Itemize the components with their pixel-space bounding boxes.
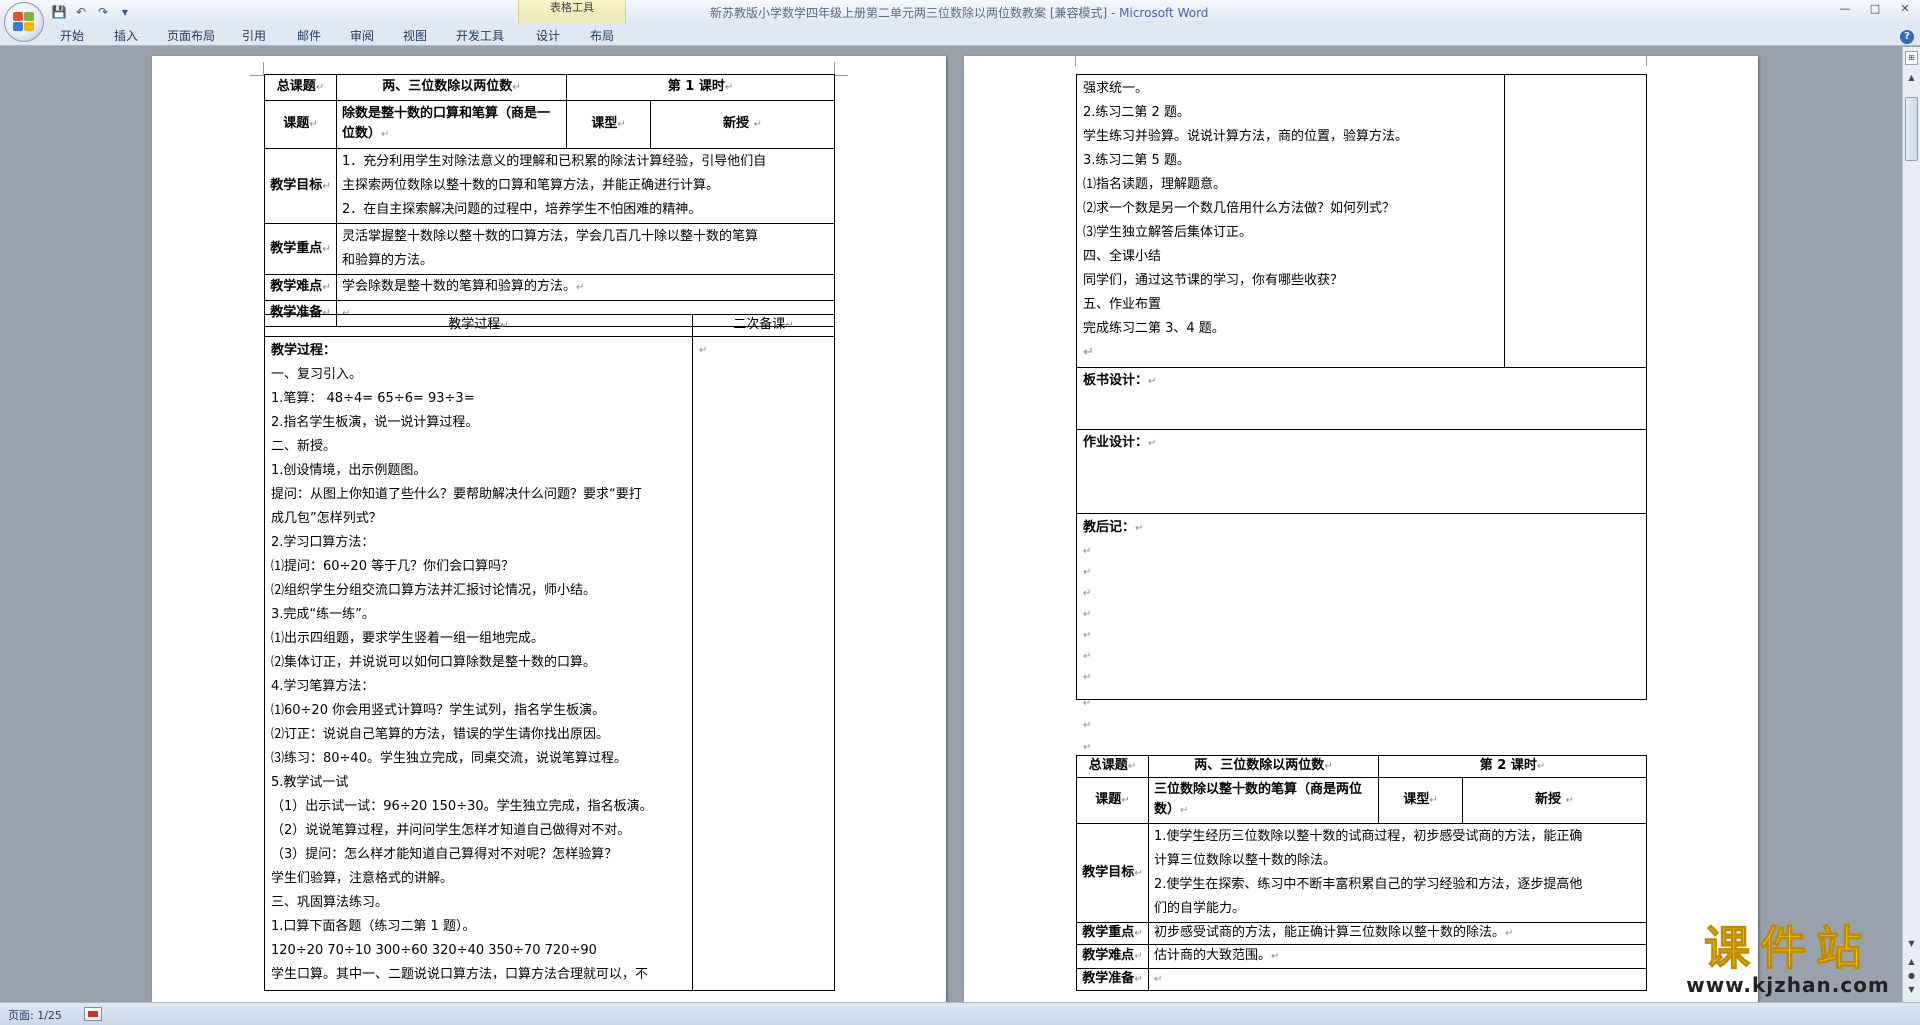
preparation-value: ↵ [1147, 968, 1648, 991]
help-icon[interactable]: ? [1900, 30, 1914, 44]
ribbon-tab-bar: 开始 插入 页面布局 引用 邮件 审阅 视图 开发工具 设计 布局 [0, 24, 1920, 46]
label-topic: 课题↵ [264, 100, 337, 149]
view-ruler-icon[interactable]: ⊞ [1905, 51, 1918, 65]
title-bar: 💾 ↶ ↷ ▾ 新苏教版小学数学四年级上册第二单元两三位数除以两位数教案 [兼容… [0, 0, 1920, 24]
difficulties-value: 学会除数是整十数的笔算和验算的方法。↵ [335, 274, 836, 301]
close-button[interactable]: ✕ [1890, 0, 1920, 18]
label-topic: 课题↵ [1076, 777, 1149, 824]
board-design-cell[interactable]: 板书设计：↵ [1076, 367, 1647, 430]
second-prep-body[interactable]: ↵ [692, 336, 835, 991]
topic-value: 除数是整十数的口算和笔算（商是一位数）↵ [335, 100, 568, 149]
page-1: 总课题↵ 两、三位数除以两位数↵ 第 1 课时↵ 课题↵ 除数是整十数的口算和笔… [152, 56, 946, 1005]
crop-mark [250, 62, 264, 76]
label-lesson-type: 课型↵ [1378, 777, 1464, 824]
empty-paragraph: ↵ [1083, 698, 1092, 709]
process-body: 教学过程： 一、复习引入。 1.笔算： 48÷4= 65÷6= 93÷3= 2.… [264, 336, 693, 991]
watermark-logo: 课件站 www.kjzhan.com [1668, 921, 1908, 1001]
lesson-1-header-table[interactable]: 总课题↵ 两、三位数除以两位数↵ 第 1 课时↵ 课题↵ 除数是整十数的口算和笔… [264, 74, 836, 327]
quick-access-toolbar: 💾 ↶ ↷ ▾ [50, 3, 134, 21]
word-window: 💾 ↶ ↷ ▾ 新苏教版小学数学四年级上册第二单元两三位数除以两位数教案 [兼容… [0, 0, 1920, 1025]
empty-paragraph: ↵ [1083, 742, 1092, 753]
minimize-button[interactable]: — [1830, 0, 1860, 18]
tab-view[interactable]: 视图 [403, 27, 427, 44]
window-controls: — □ ✕ [1830, 0, 1920, 18]
label-teaching-goals: 教学目标↵ [1076, 823, 1149, 923]
crop-mark [834, 62, 848, 76]
lesson-1-process-table[interactable]: 教学过程↵ 二次备课↵ 教学过程： 一、复习引入。 1.笔算： 48÷4= 65… [264, 314, 835, 991]
label-overall-topic: 总课题↵ [1076, 755, 1149, 778]
office-button[interactable] [4, 2, 44, 42]
tab-developer[interactable]: 开发工具 [456, 27, 504, 44]
save-icon[interactable]: 💾 [50, 4, 68, 20]
second-prep-header: 二次备课↵ [692, 314, 835, 337]
scroll-up-icon[interactable]: ▲ [1905, 71, 1918, 84]
period-value: 第 1 课时↵ [566, 74, 836, 101]
redo-icon[interactable]: ↷ [94, 4, 112, 20]
process-header: 教学过程↵ [264, 314, 693, 337]
label-overall-topic: 总课题↵ [264, 74, 337, 101]
tab-page-layout[interactable]: 页面布局 [167, 27, 215, 44]
process-body-continued: 强求统一。 2.练习二第 2 题。 学生练习并验算。说说计算方法，商的位置，验算… [1076, 74, 1505, 368]
crop-mark [1062, 56, 1076, 66]
context-group-label: 表格工具 [550, 1, 594, 14]
teaching-goals-value: 1．充分利用学生对除法意义的理解和已积累的除法计算经验，引导他们自 主探索两位数… [335, 148, 836, 224]
overall-topic-value: 两、三位数除以两位数↵ [1147, 755, 1380, 778]
page-indicator[interactable]: 页面: 1/25 [8, 1007, 62, 1023]
tab-mailings[interactable]: 邮件 [297, 27, 321, 44]
app-name: Microsoft Word [1119, 6, 1209, 20]
document-name: 新苏教版小学数学四年级上册第二单元两三位数除以两位数教案 [兼容模式] - [710, 6, 1120, 20]
label-teaching-goals: 教学目标↵ [264, 148, 337, 224]
proofing-icon[interactable] [84, 1007, 102, 1021]
label-key-points: 教学重点↵ [264, 223, 337, 275]
topic-value: 三位数除以整十数的笔算（商是两位数）↵ [1147, 777, 1380, 824]
teaching-goals-value: 1.使学生经历三位数除以整十数的试商过程，初步感受试商的方法，能正确 计算三位数… [1147, 823, 1648, 923]
maximize-button[interactable]: □ [1860, 0, 1890, 18]
tab-review[interactable]: 审阅 [350, 27, 374, 44]
document-title: 新苏教版小学数学四年级上册第二单元两三位数除以两位数教案 [兼容模式] - Mi… [710, 4, 1208, 21]
difficulties-value: 估计商的大致范围。↵ [1147, 944, 1648, 969]
crop-mark [1646, 56, 1660, 66]
key-points-value: 初步感受试商的方法，能正确计算三位数除以整十数的除法。↵ [1147, 922, 1648, 945]
lesson-type-value: 新授 ↵ [650, 100, 836, 149]
undo-icon[interactable]: ↶ [72, 4, 90, 20]
tab-home[interactable]: 开始 [60, 27, 84, 44]
watermark-url: www.kjzhan.com [1686, 973, 1890, 997]
tab-design[interactable]: 设计 [536, 27, 560, 44]
key-points-value: 灵活掌握整十数除以整十数的口算方法，学会几百几十除以整十数的笔算 和验算的方法。 [335, 223, 836, 275]
tab-layout[interactable]: 布局 [590, 27, 614, 44]
tab-references[interactable]: 引用 [242, 27, 266, 44]
vertical-scrollbar[interactable]: ⊞ ▲ ▼ ▲ ● ▼ [1902, 47, 1920, 1002]
label-difficulties: 教学难点↵ [264, 274, 337, 301]
overall-topic-value: 两、三位数除以两位数↵ [335, 74, 568, 101]
lesson-2-header-table[interactable]: 总课题↵ 两、三位数除以两位数↵ 第 2 课时↵ 课题↵ 三位数除以整十数的笔算… [1076, 755, 1648, 991]
period-value: 第 2 课时↵ [1378, 755, 1648, 778]
office-logo-icon [13, 12, 35, 32]
tab-insert[interactable]: 插入 [114, 27, 138, 44]
scroll-thumb[interactable] [1905, 97, 1918, 161]
second-prep-body-continued[interactable] [1504, 74, 1647, 368]
label-key-points: 教学重点↵ [1076, 922, 1149, 945]
label-difficulties: 教学难点↵ [1076, 944, 1149, 969]
homework-design-cell[interactable]: 作业设计：↵ [1076, 429, 1647, 514]
status-bar: 页面: 1/25 [0, 1002, 1920, 1025]
page-2: 强求统一。 2.练习二第 2 题。 学生练习并验算。说说计算方法，商的位置，验算… [964, 56, 1758, 1005]
lesson-type-value: 新授 ↵ [1462, 777, 1648, 824]
label-lesson-type: 课型↵ [566, 100, 652, 149]
lesson-1-continued-table[interactable]: 强求统一。 2.练习二第 2 题。 学生练习并验算。说说计算方法，商的位置，验算… [1076, 74, 1647, 700]
empty-paragraph: ↵ [1083, 720, 1092, 731]
watermark-title: 课件站 [1704, 921, 1872, 976]
reflection-cell[interactable]: 教后记：↵ ↵ ↵ ↵ ↵ ↵ ↵ ↵ [1076, 513, 1647, 700]
label-preparation: 教学准备↵ [1076, 968, 1149, 991]
customize-qat-icon[interactable]: ▾ [116, 4, 134, 20]
